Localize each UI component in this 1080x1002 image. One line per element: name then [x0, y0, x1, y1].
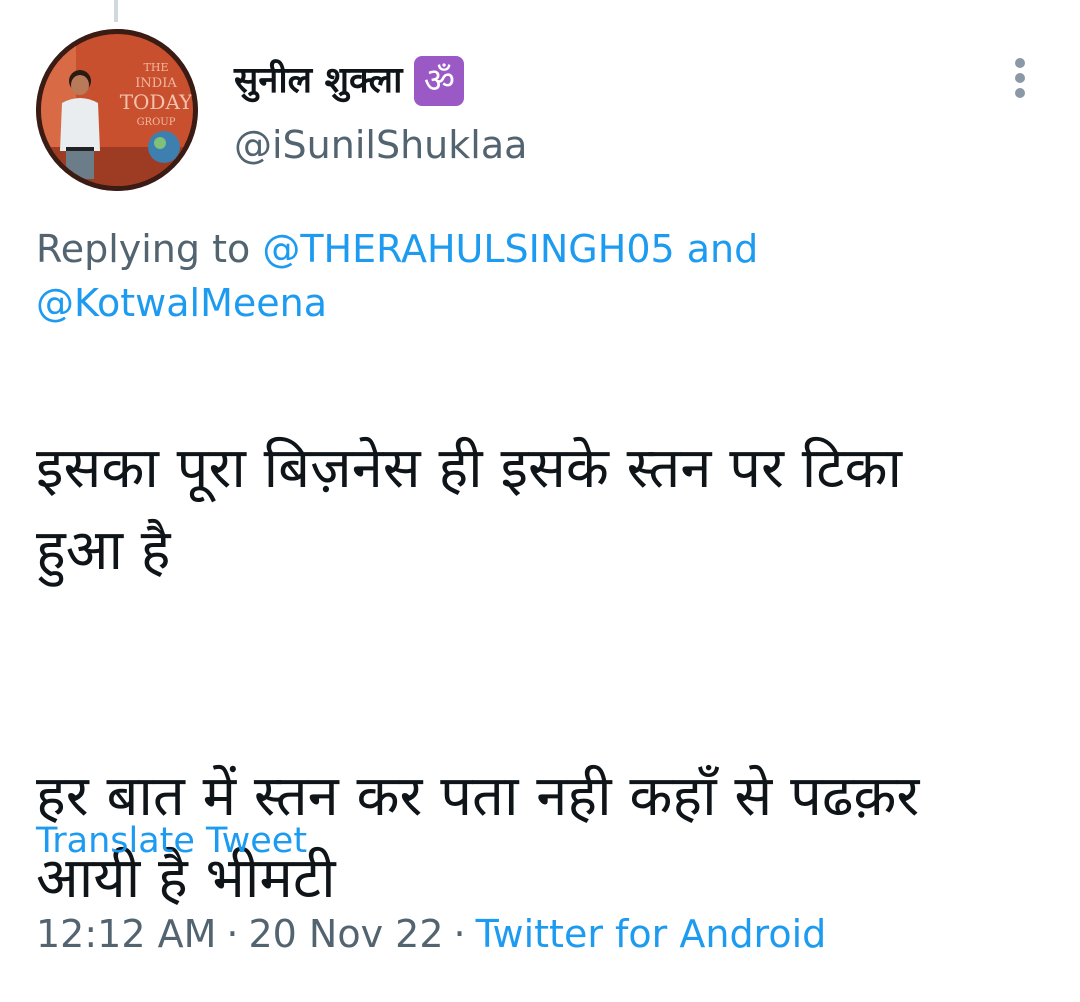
tweet-time[interactable]: 12:12 AM — [36, 912, 216, 956]
more-options-button[interactable] — [1004, 56, 1036, 100]
avatar-sign-line-3: TODAY — [120, 90, 193, 114]
tweet-text: इसका पूरा बिज़नेस ही इसके स्तन पर टिका ह… — [36, 346, 1056, 1002]
avatar[interactable]: THE INDIA TODAY GROUP — [36, 29, 198, 191]
avatar-sign-line-2: INDIA — [135, 76, 177, 91]
reply-mention-joiner[interactable]: and — [687, 227, 759, 271]
avatar-sign-line-1: THE — [144, 61, 169, 74]
om-badge-icon: ॐ — [414, 56, 465, 106]
replying-to-line: Replying to @THERAHULSINGH05 and @Kotwal… — [36, 222, 1046, 330]
author-display-name-row[interactable]: सुनील शुक्ला ॐ — [234, 56, 465, 106]
replying-to-prefix: Replying to — [36, 227, 251, 271]
tweet-text-paragraph-1: इसका पूरा बिज़नेस ही इसके स्तन पर टिका ह… — [36, 436, 902, 583]
tweet-metadata: 12:12 AM · 20 Nov 22 · Twitter for Android — [36, 908, 826, 960]
author-display-name[interactable]: सुनील शुक्ला — [234, 56, 402, 106]
tweet-source-link[interactable]: Twitter for Android — [476, 912, 827, 956]
translate-tweet-link[interactable]: Translate Tweet — [36, 818, 307, 864]
avatar-sign-line-4: GROUP — [137, 117, 176, 128]
meta-separator: · — [226, 912, 239, 956]
author-handle[interactable]: @iSunilShuklaa — [234, 122, 527, 168]
meta-separator: · — [453, 912, 466, 956]
reply-mention-2[interactable]: @KotwalMeena — [36, 281, 327, 325]
avatar-photo: THE INDIA TODAY GROUP — [36, 29, 198, 191]
tweet-date[interactable]: 20 Nov 22 — [248, 912, 443, 956]
thread-connector-line — [114, 0, 118, 22]
reply-mention-1[interactable]: @THERAHULSINGH05 — [262, 227, 674, 271]
